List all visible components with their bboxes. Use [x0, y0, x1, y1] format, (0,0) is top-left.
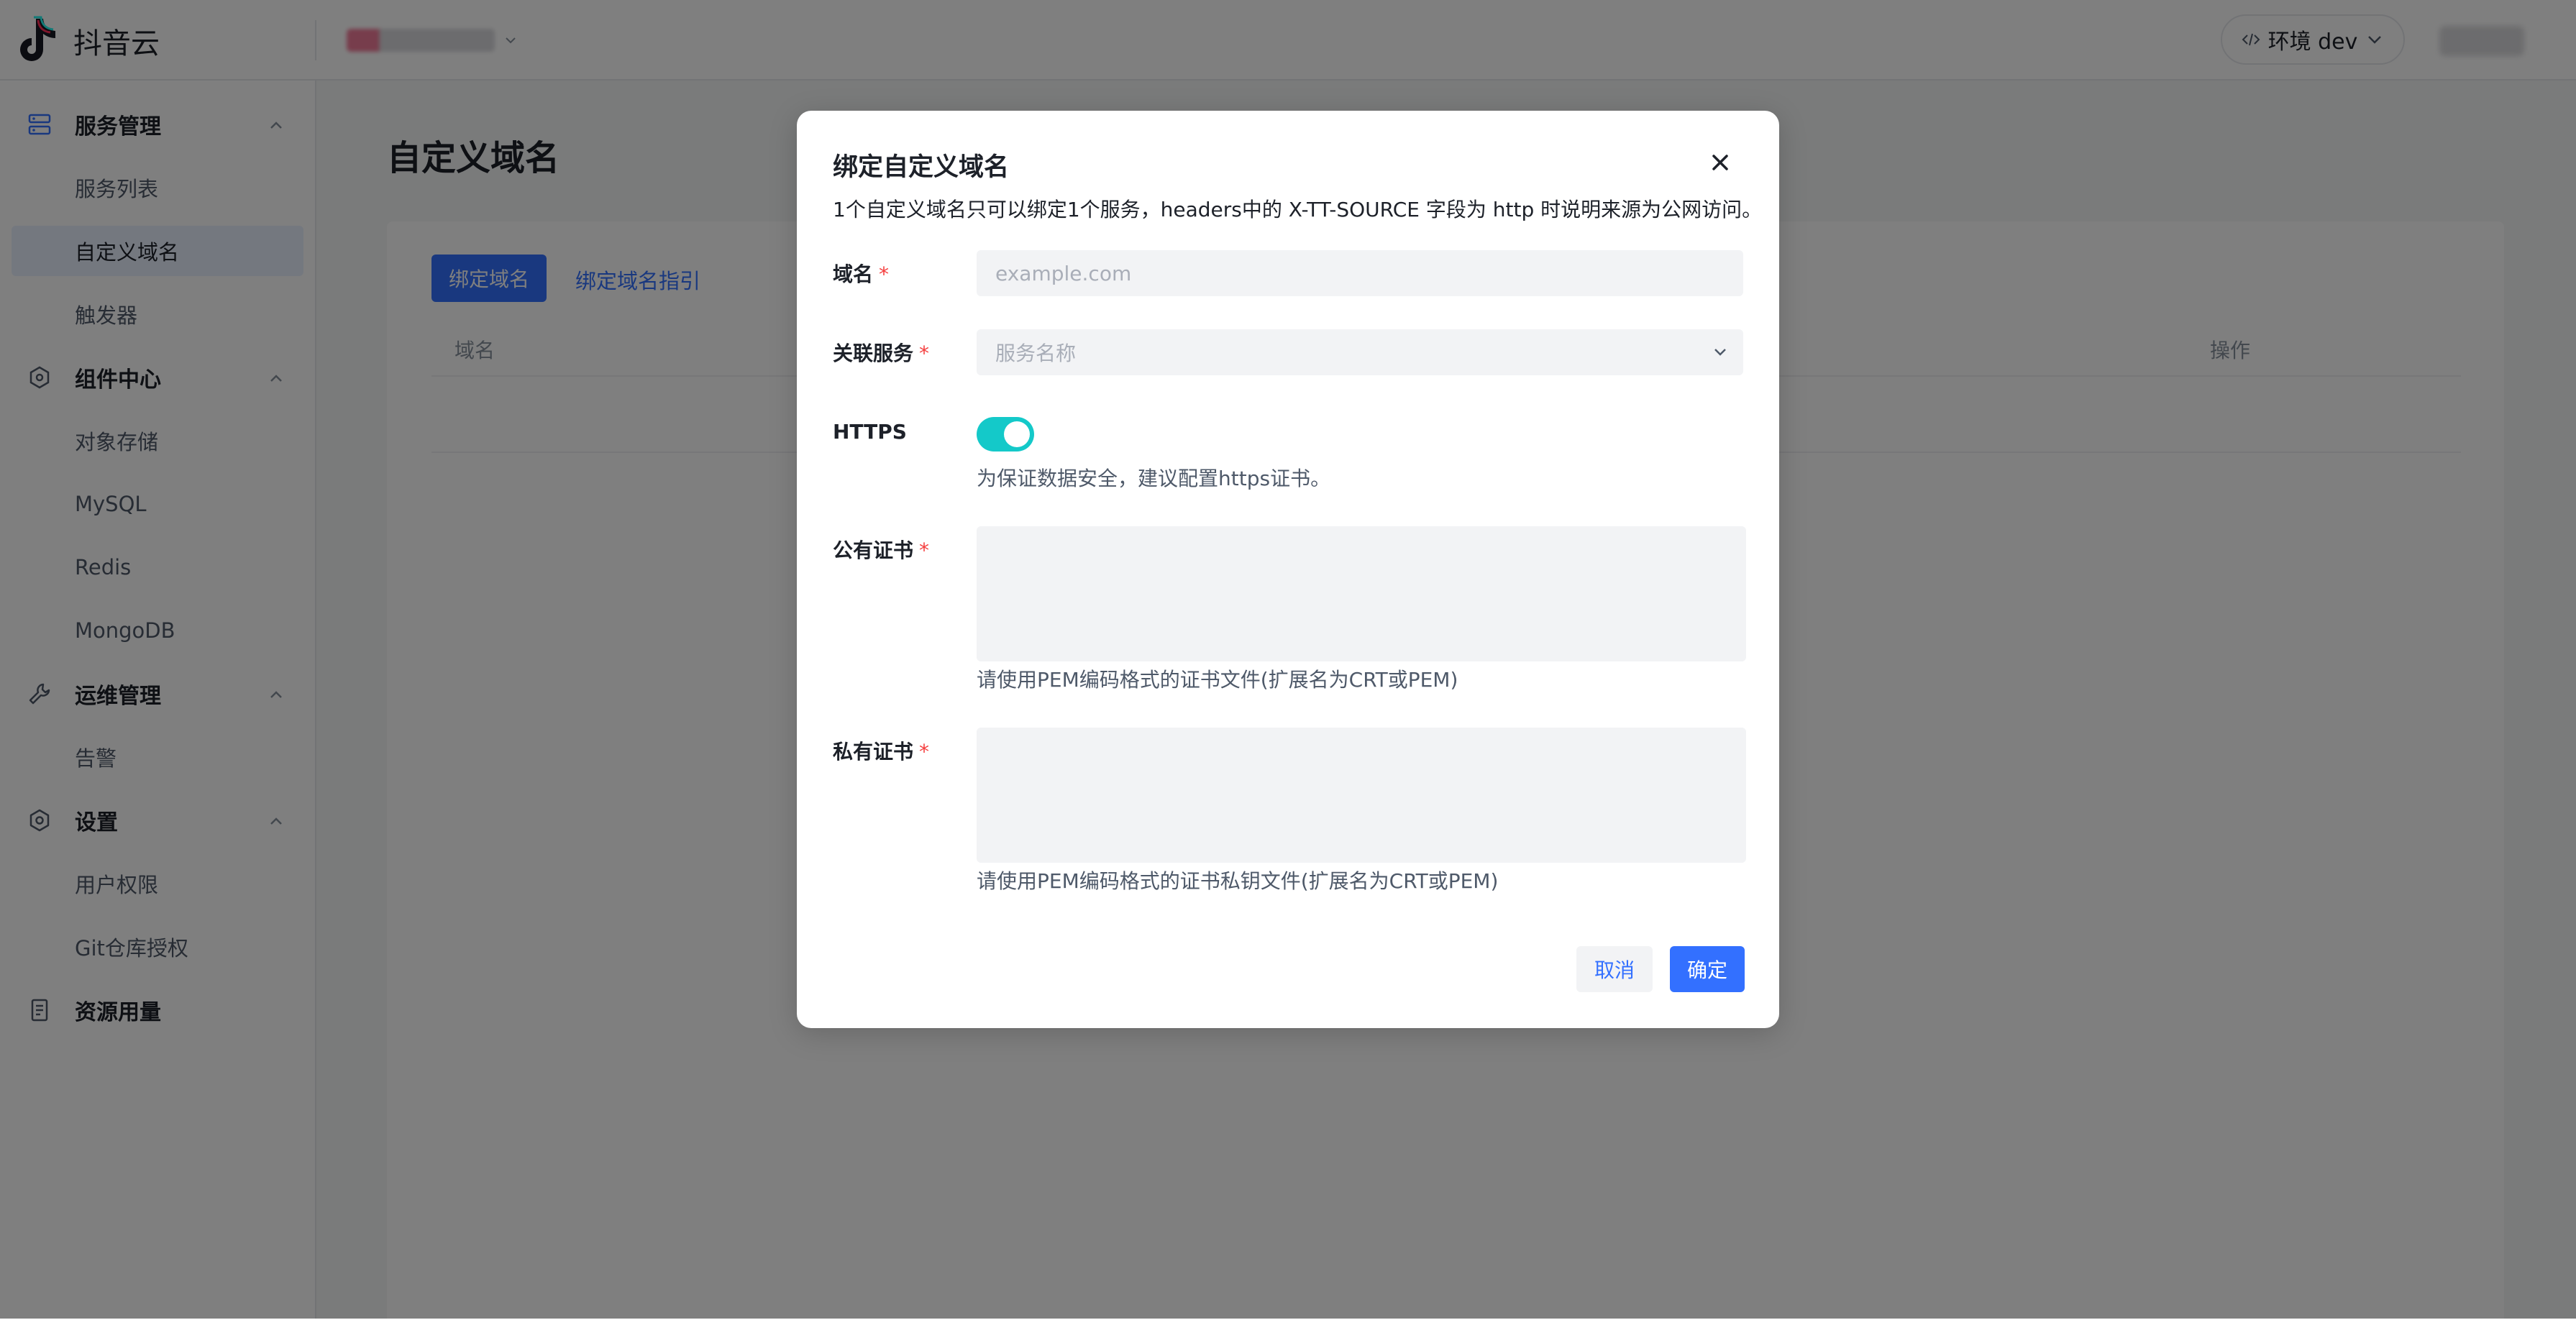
https-help-text: 为保证数据安全，建议配置https证书。: [977, 467, 1331, 490]
required-mark: *: [919, 740, 930, 764]
private-cert-label: 私有证书 *: [833, 736, 929, 765]
close-icon[interactable]: [1707, 150, 1733, 175]
domain-input[interactable]: example.com: [977, 250, 1743, 296]
public-cert-label: 公有证书 *: [833, 535, 929, 564]
bind-domain-dialog: 绑定自定义域名 1个自定义域名只可以绑定1个服务，headers中的 X-TT-…: [797, 111, 1779, 1028]
chevron-down-icon: [1714, 349, 1726, 356]
domain-label-text: 域名: [833, 262, 874, 286]
dialog-title: 绑定自定义域名: [833, 153, 1010, 182]
cancel-button[interactable]: 取消: [1576, 946, 1653, 992]
service-label: 关联服务 *: [833, 338, 929, 367]
service-label-text: 关联服务: [833, 342, 914, 365]
domain-input-placeholder: example.com: [995, 261, 1132, 285]
public-cert-textarea[interactable]: [977, 526, 1746, 661]
service-select[interactable]: 服务名称: [977, 329, 1743, 375]
https-toggle[interactable]: [977, 417, 1034, 452]
toggle-knob: [1004, 421, 1030, 447]
public-cert-label-text: 公有证书: [833, 538, 914, 562]
private-cert-label-text: 私有证书: [833, 740, 914, 764]
domain-label: 域名 *: [833, 259, 889, 288]
private-cert-help-text: 请使用PEM编码格式的证书私钥文件(扩展名为CRT或PEM): [977, 869, 1499, 893]
https-label: HTTPS: [833, 420, 907, 444]
required-mark: *: [919, 538, 930, 562]
required-mark: *: [919, 342, 930, 365]
public-cert-help-text: 请使用PEM编码格式的证书文件(扩展名为CRT或PEM): [977, 668, 1458, 692]
required-mark: *: [879, 262, 890, 286]
dialog-description: 1个自定义域名只可以绑定1个服务，headers中的 X-TT-SOURCE 字…: [833, 198, 1763, 221]
confirm-button[interactable]: 确定: [1670, 946, 1745, 992]
service-select-placeholder: 服务名称: [995, 342, 1077, 365]
private-cert-textarea[interactable]: [977, 728, 1746, 863]
